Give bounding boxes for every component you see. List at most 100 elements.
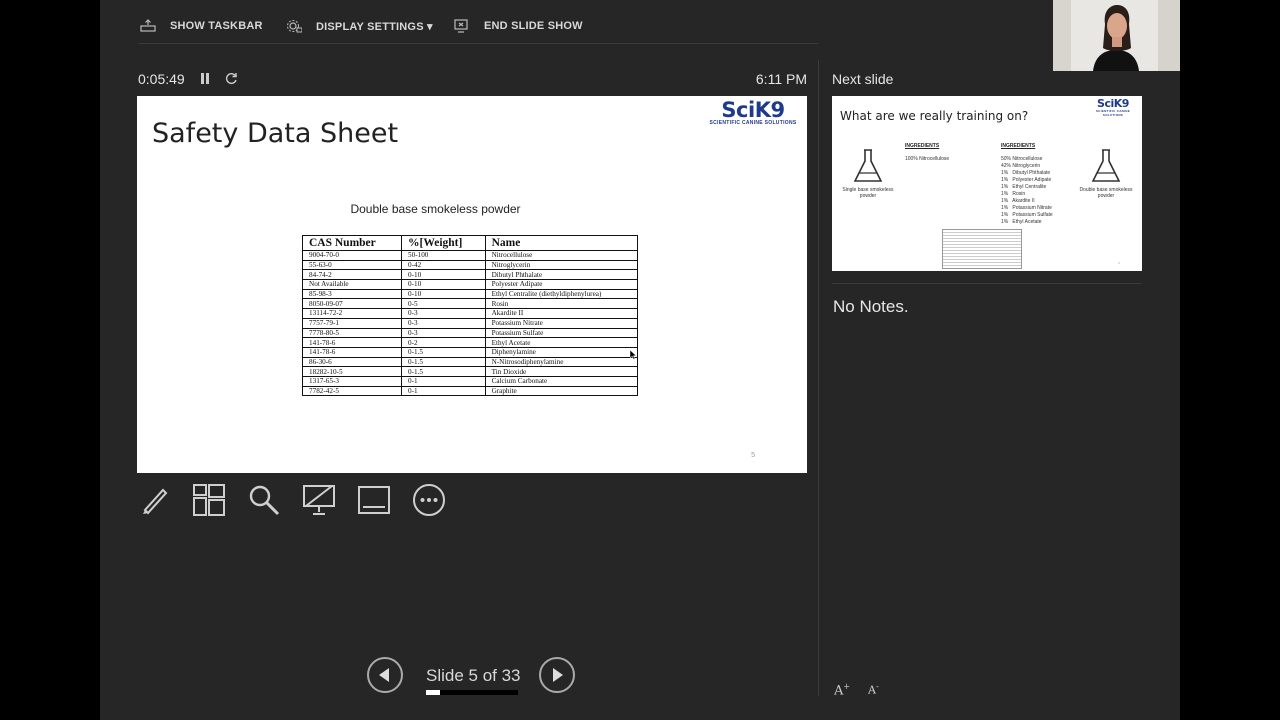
sds-table-body: 9004-70-0 50-100 Nitrocellulose 55-63-0 0-42… — [301, 250, 639, 397]
table-row: 55-63-0 0-42 Nitroglycerin — [301, 259, 639, 271]
previous-icon — [379, 668, 389, 682]
table-cell: 8050-09-07 — [301, 298, 403, 310]
next-icon — [553, 668, 563, 682]
show-taskbar-button[interactable]: SHOW TASKBAR — [140, 17, 263, 35]
decrease-font-button[interactable]: A- — [868, 682, 879, 697]
more-icon — [413, 484, 445, 516]
table-cell: 0-5 — [401, 298, 486, 310]
current-time: 6:11 PM — [755, 71, 807, 87]
top-toolbar: SHOW TASKBAR DISPLAY SETTINGS ▾ END SLID… — [100, 0, 1180, 52]
table-row: 7757-79-1 0-3 Potassium Nitrate — [301, 317, 639, 329]
see-all-slides-button[interactable] — [192, 483, 226, 517]
zoom-button[interactable] — [247, 483, 281, 517]
table-row: 1317-65-3 0-1 Calcium Carbonate — [301, 375, 639, 387]
table-cell: Not Available — [301, 279, 403, 290]
ingredients-left: 100% Nitrocellulose — [905, 156, 950, 162]
table-cell: Potassium Nitrate — [484, 317, 639, 329]
table-cell: 85-98-3 — [301, 288, 403, 300]
ingredient-item: 1% Dibutyl Phthalate — [1001, 170, 1051, 176]
show-taskbar-label: SHOW TASKBAR — [170, 20, 263, 32]
table-cell: Tin Dioxide — [484, 366, 639, 377]
display-settings-button[interactable]: DISPLAY SETTINGS ▾ — [286, 17, 433, 35]
notes-divider — [832, 283, 1142, 284]
end-slide-show-button[interactable]: END SLIDE SHOW — [454, 17, 583, 35]
ingredient-item: 50% Nitrocellulose — [1001, 156, 1043, 162]
logo-subtext: SCIENTIFIC CANINE SOLUTIONS — [709, 120, 797, 126]
table-cell: 0-3 — [401, 308, 486, 319]
table-cell: 1317-65-3 — [301, 375, 403, 387]
pen-icon — [143, 488, 168, 515]
ingredient-item: 1% Ethyl Centralite — [1001, 184, 1047, 190]
table-cell: Potassium Sulfate — [484, 327, 639, 339]
pause-icon — [201, 72, 209, 84]
table-cell: 0-3 — [401, 327, 486, 339]
slide-page-number: 5 — [751, 452, 755, 459]
table-cell: 0-1.5 — [401, 356, 486, 368]
ingredient-item: 1% Ethyl Acetate — [1001, 219, 1042, 225]
table-cell: 55-63-0 — [301, 259, 403, 271]
table-cell: 0-42 — [401, 259, 486, 271]
webcam-video — [1053, 0, 1180, 71]
restart-timer-button[interactable] — [223, 70, 239, 86]
flask-icon — [1091, 149, 1121, 182]
display-settings-icon — [287, 20, 302, 33]
current-slide[interactable]: Safety Data Sheet SciK9 SCIENTIFIC CANIN… — [137, 96, 807, 473]
more-options-button[interactable] — [412, 483, 446, 517]
logo-text: SciK9 — [721, 98, 785, 122]
presenter-view: SHOW TASKBAR DISPLAY SETTINGS ▾ END SLID… — [100, 0, 1180, 720]
table-row: 84-74-2 0-10 Dibutyl Phthalate — [301, 269, 639, 281]
table-row: 141-78-6 0-2 Ethyl Acetate — [301, 337, 639, 348]
black-screen-button[interactable] — [302, 483, 336, 517]
next-logo-text: SciK9 — [1097, 97, 1129, 110]
slide-counter: Slide 5 of 33 — [426, 666, 521, 685]
table-cell: 7778-80-5 — [301, 327, 403, 339]
next-slide-thumbnail[interactable]: What are we really training on? SciK9 SC… — [832, 96, 1142, 271]
increase-font-button[interactable]: A+ — [834, 682, 850, 698]
ingredient-item: 42% Nitroglycerin — [1001, 163, 1041, 169]
table-cell: Calcium Carbonate — [484, 375, 639, 387]
table-cell: 7757-79-1 — [301, 317, 403, 329]
table-cell: Rosin — [484, 298, 639, 310]
elapsed-timer: 0:05:49 — [138, 71, 185, 87]
pause-timer-button[interactable] — [197, 70, 213, 86]
table-cell: 0-2 — [401, 337, 486, 348]
table-cell: 18282-10-5 — [301, 366, 403, 377]
mini-sds-table — [942, 229, 1022, 269]
table-cell: 0-1 — [401, 385, 486, 397]
table-row: 13114-72-2 0-3 Akardite II — [301, 308, 639, 319]
table-row: 85-98-3 0-10 Ethyl Centralite (diethyldiph… — [301, 288, 639, 300]
sds-table: CAS Number %[Weight] Name 9004-70-0 50-10… — [301, 235, 639, 397]
table-cell: Dibutyl Phthalate — [484, 269, 639, 281]
table-cell: 13114-72-2 — [301, 308, 403, 319]
single-base-caption: Single base smokeless powder — [842, 187, 894, 199]
table-cell: 84-74-2 — [301, 269, 403, 281]
table-cell: 0-10 — [401, 279, 486, 290]
presenter-webcam-image — [1053, 0, 1180, 71]
ingredients-heading-right: INGREDIENTS — [1001, 143, 1036, 149]
double-base-caption: Double base smokeless powder — [1079, 187, 1133, 199]
end-show-icon — [454, 19, 468, 33]
table-cell: 141-78-6 — [301, 346, 403, 358]
pen-tool-button[interactable] — [138, 483, 172, 517]
slide-progress-fill — [426, 690, 440, 695]
table-cell: Graphite — [484, 385, 639, 397]
pointer-screen-icon — [303, 485, 335, 515]
table-cell: N-Nitrosodiphenylamine — [484, 356, 639, 368]
column-header: Name — [484, 235, 639, 251]
speaker-notes: No Notes. — [833, 297, 909, 316]
mouse-cursor-icon — [630, 350, 637, 360]
flask-icon — [853, 149, 883, 182]
ingredient-item: 1% Polyester Adipate — [1001, 177, 1052, 183]
zoom-icon — [249, 485, 280, 516]
ingredients-right: 50% Nitrocellulose 42% Nitroglycerin 1% Di… — [1001, 156, 1053, 226]
next-slide-button[interactable] — [539, 657, 575, 693]
table-cell: 0-10 — [401, 269, 486, 281]
table-cell: 0-1 — [401, 375, 486, 387]
ingredient-item: 1% Potassium Sulfate — [1001, 212, 1053, 218]
table-cell: 0-1.5 — [401, 346, 486, 358]
column-header: CAS Number — [301, 235, 403, 251]
subtitles-button[interactable] — [357, 483, 391, 517]
next-logo-subtext: SCIENTIFIC CANINE SOLUTIONS — [1095, 109, 1131, 117]
previous-slide-button[interactable] — [367, 657, 403, 693]
table-cell: 9004-70-0 — [301, 250, 403, 261]
